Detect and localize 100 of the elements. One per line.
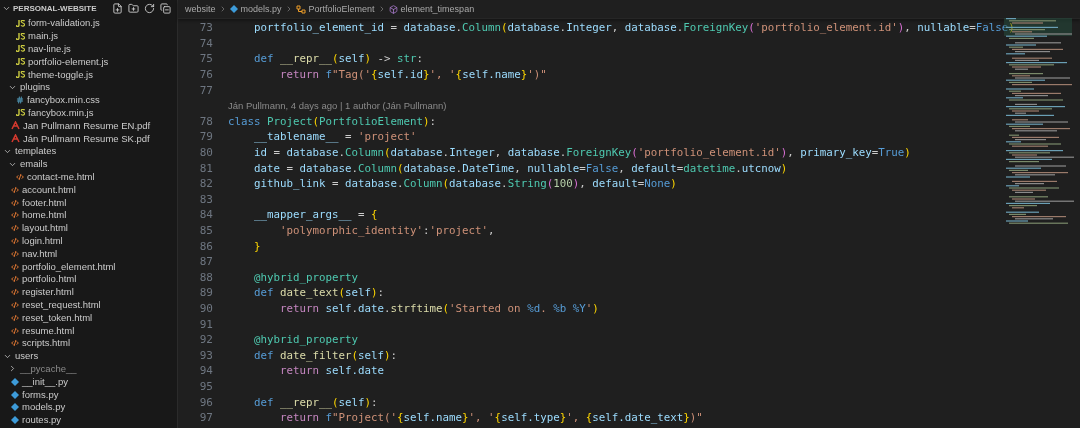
file-row[interactable]: theme-toggle.js: [0, 68, 177, 81]
file-row[interactable]: portfolio_element.html: [0, 260, 177, 273]
file-row[interactable]: Ján Pullmann Resume SK.pdf: [0, 132, 177, 145]
javascript-file-icon: [16, 45, 25, 53]
line-number: 78: [198, 114, 213, 128]
code-brackets-icon: [11, 249, 19, 258]
breadcrumb-item[interactable]: website: [185, 4, 216, 14]
line-number: 77: [198, 83, 213, 97]
file-row[interactable]: account.html: [0, 183, 177, 197]
hash-icon: [16, 96, 24, 105]
line-number: 85: [198, 224, 213, 237]
code-line: id = database.Column(database.Integer, database.ForeignKey('portfolio_element.id'), primary_key=True): [253, 146, 911, 160]
line-number: 89: [198, 286, 213, 300]
file-name: portfolio.html: [22, 273, 77, 286]
file-row[interactable]: portfolio.html: [0, 272, 177, 286]
code-brackets-icon: [11, 236, 19, 245]
file-name: resume.html: [22, 324, 75, 337]
folder-row[interactable]: __pycache__: [0, 362, 177, 376]
javascript-file-icon: [16, 71, 25, 79]
file-name: fancybox.min.js: [28, 106, 94, 119]
refresh-icon[interactable]: [144, 3, 155, 14]
file-row[interactable]: contact-me.html: [0, 170, 177, 184]
code-line: return f"Project('{self.name}', '{self.type}', {self.date_text})": [279, 411, 703, 425]
code-line: __mapper_args__ = {: [253, 208, 378, 222]
file-name: __pycache__: [20, 362, 77, 375]
file-name: Jan Pullmann Resume EN.pdf: [23, 119, 151, 132]
file-row[interactable]: fancybox.min.js: [0, 106, 177, 120]
code-brackets-icon: [11, 224, 19, 233]
collapse-all-icon[interactable]: [160, 3, 171, 14]
chevron-down-icon: [2, 4, 11, 13]
code-line: def date_filter(self):: [253, 348, 398, 362]
code-brackets-icon: [11, 339, 19, 348]
file-row[interactable]: footer.html: [0, 196, 177, 209]
file-name: nav.html: [22, 247, 58, 260]
file-name: reset_token.html: [22, 311, 93, 324]
folder-row[interactable]: plugins: [0, 81, 177, 94]
line-number: 75: [198, 52, 213, 66]
file-row[interactable]: layout.html: [0, 221, 177, 235]
line-number: 84: [198, 208, 213, 222]
code-brackets-icon: [16, 172, 24, 181]
file-row[interactable]: models.py: [0, 400, 177, 414]
code-line: github_link = database.Column(database.String(100), default=None): [253, 177, 677, 191]
file-row[interactable]: home.html: [0, 208, 177, 222]
file-row[interactable]: reset_request.html: [0, 298, 177, 312]
line-number: 90: [198, 302, 213, 315]
line-number: 82: [198, 177, 213, 191]
folder-row[interactable]: users: [0, 349, 177, 363]
code-brackets-icon: [11, 275, 19, 284]
line-number: 74: [198, 36, 213, 50]
line-number: 76: [198, 68, 213, 82]
file-row[interactable]: main.js: [0, 29, 177, 43]
file-row[interactable]: __init__.py: [0, 375, 177, 389]
code-line: 'polymorphic_identity':'project',: [279, 224, 495, 237]
new-file-icon[interactable]: [112, 3, 123, 14]
javascript-file-icon: [16, 58, 25, 66]
code-brackets-icon: [11, 198, 19, 207]
file-row[interactable]: resume.html: [0, 324, 177, 337]
file-name: reset_request.html: [22, 298, 101, 311]
file-row[interactable]: routes.py: [0, 413, 177, 427]
code-brackets-icon: [11, 313, 19, 322]
line-number: 94: [198, 364, 213, 378]
new-folder-icon[interactable]: [128, 3, 139, 14]
file-row[interactable]: Jan Pullmann Resume EN.pdf: [0, 119, 177, 133]
line-number: 93: [198, 348, 213, 362]
file-row[interactable]: fancybox.min.css: [0, 93, 177, 107]
file-name: home.html: [22, 209, 67, 222]
javascript-file-icon: [16, 19, 25, 27]
code-brackets-icon: [11, 211, 19, 220]
file-row[interactable]: form-validation.js: [0, 17, 177, 30]
file-row[interactable]: nav.html: [0, 247, 177, 261]
line-number: 92: [198, 333, 213, 347]
file-row[interactable]: reset_token.html: [0, 311, 177, 325]
file-row[interactable]: nav-line.js: [0, 42, 177, 56]
line-number: 86: [198, 239, 213, 253]
file-name: fancybox.min.css: [27, 94, 100, 107]
file-name: nav-line.js: [28, 43, 71, 55]
breadcrumb-item[interactable]: models.py: [240, 4, 282, 14]
file-row[interactable]: register.html: [0, 285, 177, 299]
breadcrumb-item[interactable]: PortfolioElement: [308, 4, 375, 14]
file-row[interactable]: portfolio-element.js: [0, 55, 177, 69]
file-name: plugins: [20, 81, 51, 94]
file-name: form-validation.js: [28, 17, 100, 30]
file-name: forms.py: [22, 388, 59, 401]
git-blame-annotation[interactable]: Ján Pullmann, 4 days ago | 1 author (Ján Pullmann): [228, 100, 447, 112]
code-line: return self.date: [279, 364, 385, 378]
file-row[interactable]: scripts.html: [0, 336, 177, 350]
breadcrumb-item[interactable]: element_timespan: [400, 4, 475, 14]
code-line: class Project(PortfolioElement):: [228, 114, 437, 128]
file-row[interactable]: login.html: [0, 234, 177, 248]
code-line: return f"Tag('{self.id}', '{self.name}')": [279, 68, 547, 82]
line-number: 73: [198, 21, 213, 35]
file-name: models.py: [22, 401, 66, 414]
folder-row[interactable]: emails: [0, 157, 177, 171]
file-name: Ján Pullmann Resume SK.pdf: [23, 132, 150, 145]
file-name: __init__.py: [22, 375, 68, 388]
line-number: 79: [198, 130, 213, 144]
file-row[interactable]: forms.py: [0, 388, 177, 401]
line-number: 97: [198, 411, 213, 425]
code-line: @hybrid_property: [253, 270, 358, 284]
folder-row[interactable]: templates: [0, 144, 177, 158]
